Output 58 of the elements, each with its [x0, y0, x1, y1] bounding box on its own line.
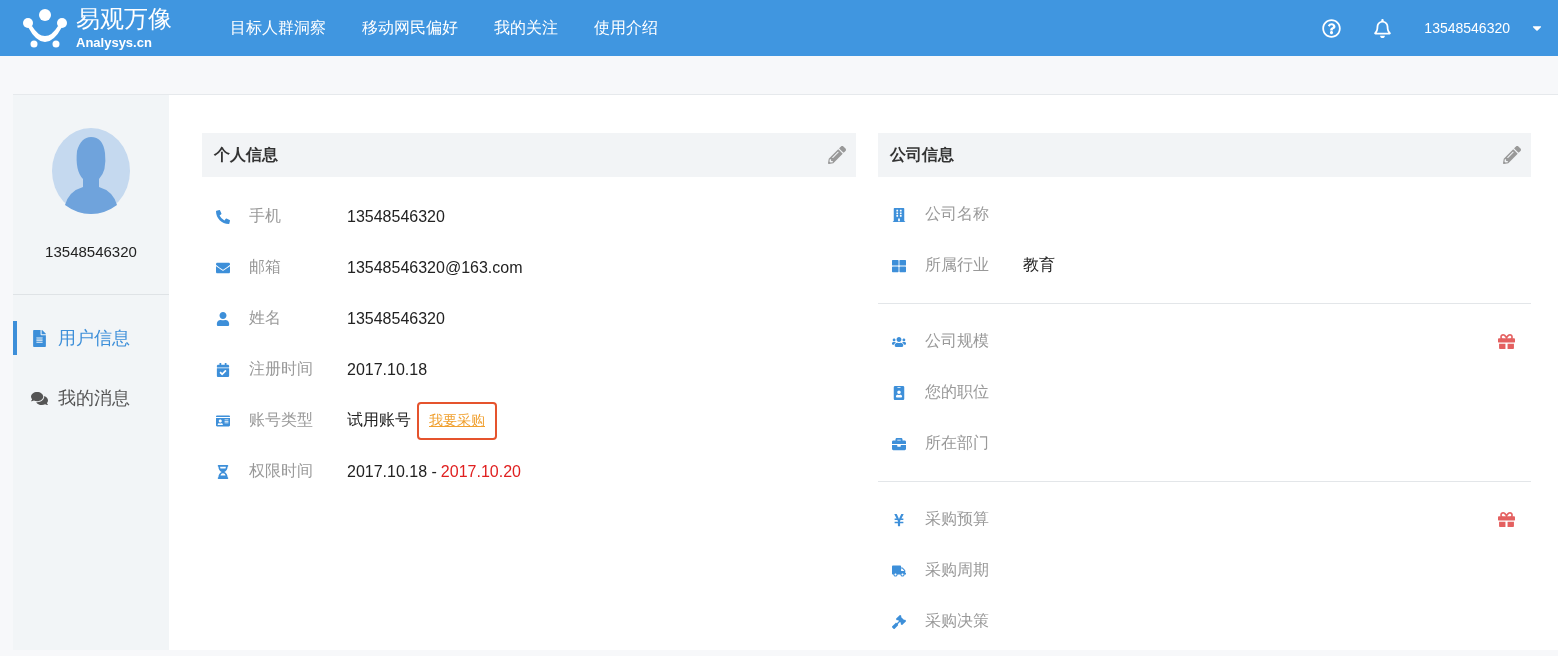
edit-icon[interactable]: [1503, 146, 1521, 164]
user-menu[interactable]: 13548546320: [1424, 20, 1510, 36]
avatar-silhouette-icon: [51, 127, 131, 215]
gavel-icon: [891, 614, 906, 629]
field-value: 试用账号: [347, 410, 411, 430]
yen-icon: [891, 512, 906, 527]
field-label: 所属行业: [924, 255, 990, 275]
truck-icon: [891, 563, 906, 578]
field-label: 手机: [249, 206, 282, 226]
gift-icon[interactable]: [1498, 511, 1515, 528]
username: 13548546320: [45, 243, 137, 260]
field-label: 您的职位: [924, 382, 990, 402]
gift-icon[interactable]: [1498, 333, 1515, 350]
sidebar-item[interactable]: 我的消息: [13, 381, 169, 415]
chat-icon: [31, 389, 48, 407]
field-value: 2017.10.18: [347, 360, 428, 379]
logo-title: 易观万像: [76, 7, 172, 31]
field-value: 教育: [1022, 255, 1055, 275]
field-label: 邮箱: [249, 257, 282, 277]
field-label: 姓名: [249, 308, 282, 328]
calendar-icon: [216, 362, 230, 377]
purchase-link[interactable]: 我要采购: [417, 401, 497, 440]
field-label: 公司规模: [924, 331, 990, 351]
field-label: 账号类型: [249, 410, 314, 430]
hourglass-icon: [216, 464, 230, 479]
field-label: 公司名称: [924, 204, 990, 224]
field-value: 13548546320: [347, 207, 445, 226]
user-icon: [216, 311, 230, 326]
edit-icon[interactable]: [827, 146, 846, 164]
people-icon: [891, 334, 906, 349]
field-label: 采购决策: [924, 611, 990, 631]
badge-icon: [891, 385, 906, 400]
id-card-icon: [216, 413, 230, 428]
nav-link[interactable]: 目标人群洞察: [230, 17, 326, 39]
field-value: 13548546320: [347, 309, 445, 328]
nav-link[interactable]: 我的关注: [494, 17, 558, 39]
field-label: 权限时间: [249, 461, 314, 481]
panel-title: 个人信息: [214, 144, 278, 165]
field-label: 所在部门: [924, 433, 990, 453]
field-label: 采购预算: [924, 509, 990, 529]
bell-icon[interactable]: [1373, 18, 1393, 38]
help-icon[interactable]: [1322, 18, 1342, 38]
envelope-icon: [216, 260, 230, 275]
briefcase-icon: [891, 436, 906, 451]
building-icon: [891, 207, 906, 222]
document-icon: [31, 329, 48, 347]
logo-icon: [22, 8, 68, 48]
field-label: 采购周期: [924, 560, 990, 580]
nav-link[interactable]: 使用介绍: [594, 17, 658, 39]
logo-subtitle: Analysys.cn: [76, 36, 153, 49]
end-date: 2017.10.20: [440, 462, 521, 481]
field-label: 注册时间: [249, 359, 314, 379]
phone-icon: [216, 209, 230, 224]
panel-title: 公司信息: [889, 144, 954, 165]
field-value: 13548546320@163.com: [347, 258, 523, 277]
nav-link[interactable]: 移动网民偏好: [362, 17, 458, 39]
grid-icon: [891, 258, 906, 273]
field-value: 2017.10.18 -: [347, 462, 437, 481]
